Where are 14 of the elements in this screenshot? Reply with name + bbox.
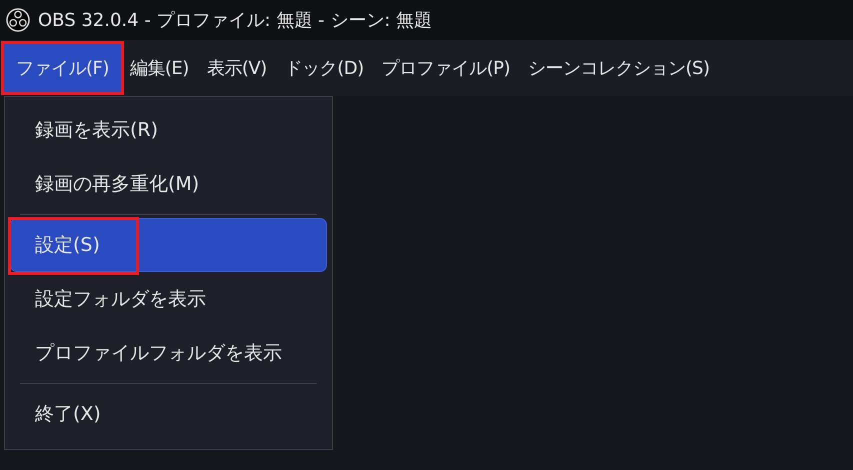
menu-bar-item[interactable]: プロファイル(P): [372, 44, 519, 92]
app-logo-icon: [6, 8, 30, 32]
menu-bar-item[interactable]: 表示(V): [198, 44, 276, 92]
menu-bar-item[interactable]: ドック(D): [276, 44, 373, 92]
menu-item[interactable]: 録画の再多重化(M): [10, 157, 327, 211]
menu-item[interactable]: 終了(X): [10, 387, 327, 441]
menu-bar-item[interactable]: 編集(E): [120, 44, 198, 92]
menu-bar-item[interactable]: ファイル(F): [4, 44, 121, 92]
menu-bar-item[interactable]: シーンコレクション(S): [519, 44, 718, 92]
menu-item[interactable]: プロファイルフォルダを表示: [10, 326, 327, 380]
menu-item[interactable]: 録画を表示(R): [10, 103, 327, 157]
menu-item[interactable]: 設定フォルダを表示: [10, 272, 327, 326]
window-title: OBS 32.0.4 - プロファイル: 無題 - シーン: 無題: [38, 9, 432, 32]
menu-item[interactable]: 設定(S): [10, 218, 327, 272]
